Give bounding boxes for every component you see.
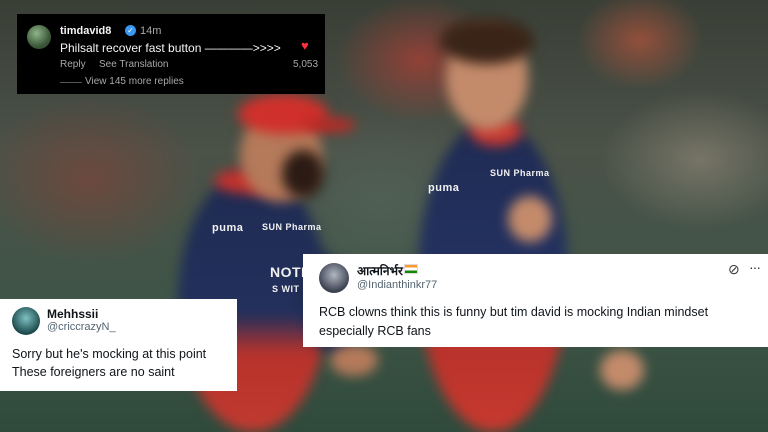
- instagram-comment-card: timdavid8 ✓ 14m Philsalt recover fast bu…: [17, 14, 325, 94]
- sponsor-logo-right: SUN Pharma: [490, 168, 550, 178]
- reply-button[interactable]: Reply: [60, 59, 86, 70]
- grok-icon[interactable]: ⊘: [728, 261, 740, 278]
- see-translation-button[interactable]: See Translation: [99, 59, 169, 70]
- replies-divider: [60, 82, 82, 83]
- comment-timestamp: 14m: [140, 25, 162, 37]
- player-left-beard: [282, 150, 324, 198]
- india-flag-icon: [404, 264, 418, 274]
- heart-icon[interactable]: ♥: [301, 38, 309, 53]
- tweet-text-line-1: RCB clowns think this is funny but tim d…: [319, 305, 709, 319]
- player-right-hand: [508, 196, 552, 242]
- player-left-cap-brim: [300, 118, 356, 132]
- avatar[interactable]: [27, 25, 51, 49]
- like-count: 5,053: [293, 59, 319, 70]
- view-more-replies-button[interactable]: View 145 more replies: [85, 76, 184, 87]
- avatar[interactable]: [319, 263, 349, 293]
- tweet-display-name[interactable]: आत्मनिर्भर: [357, 262, 403, 279]
- player-right-hair: [440, 18, 534, 64]
- tweet-text-line-2: These foreigners are no saint: [12, 365, 175, 379]
- avatar[interactable]: [12, 307, 40, 335]
- player-left-hand: [330, 344, 378, 376]
- jersey-subtext-left: S WIT: [272, 284, 300, 294]
- more-options-icon[interactable]: ···: [749, 259, 761, 275]
- verified-badge-icon: ✓: [125, 25, 136, 36]
- tweet-handle[interactable]: @criccrazyN_: [47, 321, 116, 333]
- tweet-card-left: Mehhssii @criccrazyN_ Sorry but he's moc…: [0, 299, 237, 391]
- tweet-text-line-2: especially RCB fans: [319, 324, 431, 338]
- comment-username[interactable]: timdavid8: [60, 25, 111, 37]
- tweet-handle[interactable]: @Indianthinkr77: [357, 279, 437, 291]
- tweet-card-right: आत्मनिर्भर @Indianthinkr77 ⊘ ··· RCB clo…: [303, 254, 768, 347]
- brand-logo-right: puma: [428, 182, 460, 194]
- tweet-text-line-1: Sorry but he's mocking at this point: [12, 347, 207, 361]
- brand-logo-left: puma: [212, 222, 244, 234]
- tweet-display-name[interactable]: Mehhssii: [47, 307, 98, 321]
- player-right-hand-lower: [600, 350, 644, 390]
- sponsor-logo-left: SUN Pharma: [262, 222, 322, 232]
- comment-text: Philsalt recover fast button ————>>>>: [60, 41, 281, 55]
